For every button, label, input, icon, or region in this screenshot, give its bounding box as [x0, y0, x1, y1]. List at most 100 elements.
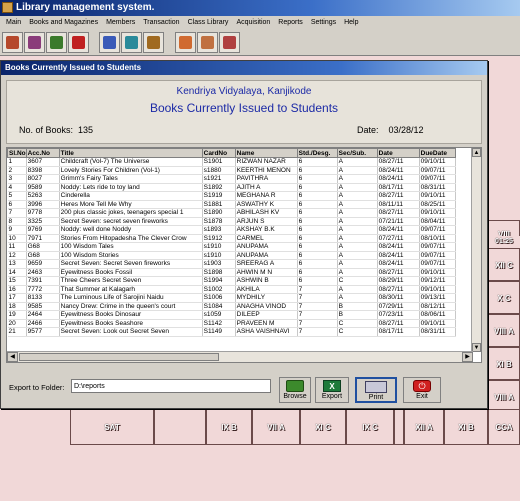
table-row[interactable]: 1 3607 Childcraft (Vol-7) The Universe S190…: [7, 157, 456, 167]
table-cell: 7: [297, 310, 338, 320]
column-header[interactable]: Acc.No: [25, 148, 60, 158]
toolbar-button-1[interactable]: [2, 32, 23, 53]
dialog-title: Books Currently Issued to Students: [1, 61, 487, 75]
table-cell: s1921: [202, 174, 236, 184]
table-cell: 6: [297, 157, 338, 167]
table-cell: s1893: [202, 225, 236, 235]
menu-main[interactable]: Main: [2, 16, 25, 29]
menu-reports[interactable]: Reports: [274, 16, 307, 29]
report-date: Date: 03/28/12: [357, 125, 424, 135]
column-header[interactable]: Title: [58, 148, 203, 158]
scroll-up-icon[interactable]: ▲: [472, 148, 481, 157]
table-row[interactable]: 15 7391 Three Cheers Secret Seven S1994 ASHW…: [7, 276, 456, 286]
app-title-bar: Library management system.: [0, 0, 520, 16]
table-cell: CARMEL: [235, 234, 298, 243]
table-row[interactable]: 17 8133 The Luminous Life of Sarojini Naid…: [7, 293, 456, 303]
scroll-down-icon[interactable]: ▼: [472, 343, 481, 352]
table-cell: 07/21/11: [377, 217, 420, 226]
toolbar-button-4[interactable]: [68, 32, 89, 53]
table-cell: 9769: [26, 225, 60, 235]
table-cell: A: [337, 183, 378, 192]
table-cell: 3996: [26, 200, 60, 209]
toolbar-button-8[interactable]: [175, 32, 196, 53]
menu-help[interactable]: Help: [340, 16, 362, 29]
table-row[interactable]: 21 9577 Secret Seven: Look out Secret Seve…: [7, 327, 456, 337]
table-row[interactable]: 19 2464 Eyewitness Books Dinosaur s1059 DILE…: [7, 310, 456, 320]
table-cell: ASHA VAISHNAVI: [235, 327, 298, 337]
table-row[interactable]: 5 5263 Cinderella S1919 MEGHANA R 6 A 08/27/11 0…: [7, 191, 456, 201]
export-folder-input[interactable]: [71, 379, 271, 393]
table-row[interactable]: 10 7971 Stories From Hitopadesha The Cleve…: [7, 234, 456, 243]
table-cell: 6: [297, 251, 338, 260]
export-button[interactable]: X Export: [315, 377, 349, 403]
report-dialog: Books Currently Issued to Students Kendr…: [0, 60, 488, 409]
table-row[interactable]: 6 3996 Heres More Tell Me Why S1881 ASWATHY …: [7, 200, 456, 209]
table-row[interactable]: 3 8027 Grimm's Fairy Tales s1921 PAVITHRA 6 A 0…: [7, 174, 456, 184]
toolbar-button-10[interactable]: [219, 32, 240, 53]
table-cell: 7: [297, 285, 338, 294]
column-header[interactable]: Sec/Sub.: [336, 148, 378, 158]
book-edit-icon: [125, 36, 138, 49]
column-header[interactable]: Std./Desg.: [296, 148, 338, 158]
count-value: 135: [78, 125, 94, 135]
print-button[interactable]: Print: [355, 377, 397, 403]
horizontal-scrollbar[interactable]: ◀ ▶: [7, 351, 473, 362]
table-row[interactable]: 13 9659 Secret Seven: Secret Seven firewor…: [7, 259, 456, 269]
table-row[interactable]: 18 9585 Nancy Drew: Crime in the queen's c…: [7, 302, 456, 311]
table-row[interactable]: 2 8398 Lovely Stories For Children (Vol-1)…: [7, 166, 456, 175]
table-cell: 8133: [26, 293, 60, 303]
table-cell: 09/07/11: [419, 259, 456, 269]
person-icon: [179, 36, 192, 49]
exit-button[interactable]: ⏻ Exit: [403, 377, 441, 403]
table-cell: 08/27/11: [377, 191, 420, 201]
vertical-scrollbar[interactable]: ▲ ▼: [471, 148, 481, 352]
table-cell: 08/04/11: [419, 217, 456, 226]
column-header[interactable]: CardNo: [201, 148, 236, 158]
table-row[interactable]: 14 2463 Eyewitness Books Fossil S1898 AHWIN …: [7, 268, 456, 277]
table-row[interactable]: 12 G68 100 Wisdom Stories s1910 ANUPAMA 6 A 08/…: [7, 251, 456, 260]
table-cell: AHWIN M N: [235, 268, 298, 277]
column-header[interactable]: Name: [234, 148, 298, 158]
menu-class-library[interactable]: Class Library: [184, 16, 233, 29]
table-cell: s1059: [202, 310, 236, 320]
column-header[interactable]: Date: [376, 148, 420, 158]
table-row[interactable]: 11 G68 100 Wisdom Tales s1910 ANUPAMA 6 A 08/24…: [7, 242, 456, 252]
column-header[interactable]: Sl.No: [7, 148, 27, 158]
scroll-left-icon[interactable]: ◀: [7, 352, 18, 362]
toolbar-button-3[interactable]: [46, 32, 67, 53]
table-row[interactable]: 8 3325 Secret Seven: secret seven firework…: [7, 217, 456, 226]
table-cell: 08/12/11: [419, 302, 456, 311]
toolbar-button-9[interactable]: [197, 32, 218, 53]
table-cell: 08/24/11: [377, 174, 420, 184]
table-cell: A: [337, 285, 378, 294]
column-header[interactable]: DueDate: [418, 148, 456, 158]
table-cell: 09/10/11: [419, 191, 456, 201]
toolbar-button-6[interactable]: [121, 32, 142, 53]
table-row[interactable]: 16 7772 That Summer at Kalagarh S1002 AKHILA…: [7, 285, 456, 294]
menu-acquisition[interactable]: Acquisition: [232, 16, 274, 29]
toolbar-button-5[interactable]: [99, 32, 120, 53]
table-row[interactable]: 4 9589 Noddy: Lets ride to toy land S1892 AJ…: [7, 183, 456, 192]
toolbar: [0, 29, 520, 56]
timetable-cell-right: XI B: [488, 347, 520, 380]
toolbar-button-2[interactable]: [24, 32, 45, 53]
scroll-right-icon[interactable]: ▶: [462, 352, 473, 362]
browse-button[interactable]: Browse: [279, 377, 311, 403]
issued-books-grid[interactable]: Sl.No Acc.No Title CardNo Name Std./Desg. Sec/…: [6, 147, 482, 363]
table-row[interactable]: 7 9778 200 plus classic jokes, teenagers s…: [7, 208, 456, 218]
menu-settings[interactable]: Settings: [307, 16, 340, 29]
table-cell: 6: [297, 242, 338, 252]
scroll-thumb[interactable]: [19, 353, 219, 361]
table-row[interactable]: 9 9769 Noddy: well done Noddy s1893 AKSHAY B…: [7, 225, 456, 235]
table-cell: 9585: [26, 302, 60, 311]
menu-transaction[interactable]: Transaction: [139, 16, 183, 29]
table-row[interactable]: 20 2466 Eyewitness Books Seashore S1142 PRAV…: [7, 319, 456, 328]
table-cell: 11: [7, 242, 27, 252]
table-cell: 7: [7, 208, 27, 218]
menu-members[interactable]: Members: [102, 16, 139, 29]
table-cell: S1890: [202, 208, 236, 218]
toolbar-button-7[interactable]: [143, 32, 164, 53]
table-cell: 08/24/11: [377, 225, 420, 235]
table-cell: Nancy Drew: Crime in the queen's court: [59, 302, 203, 311]
menu-books-and-magazines[interactable]: Books and Magazines: [25, 16, 102, 29]
